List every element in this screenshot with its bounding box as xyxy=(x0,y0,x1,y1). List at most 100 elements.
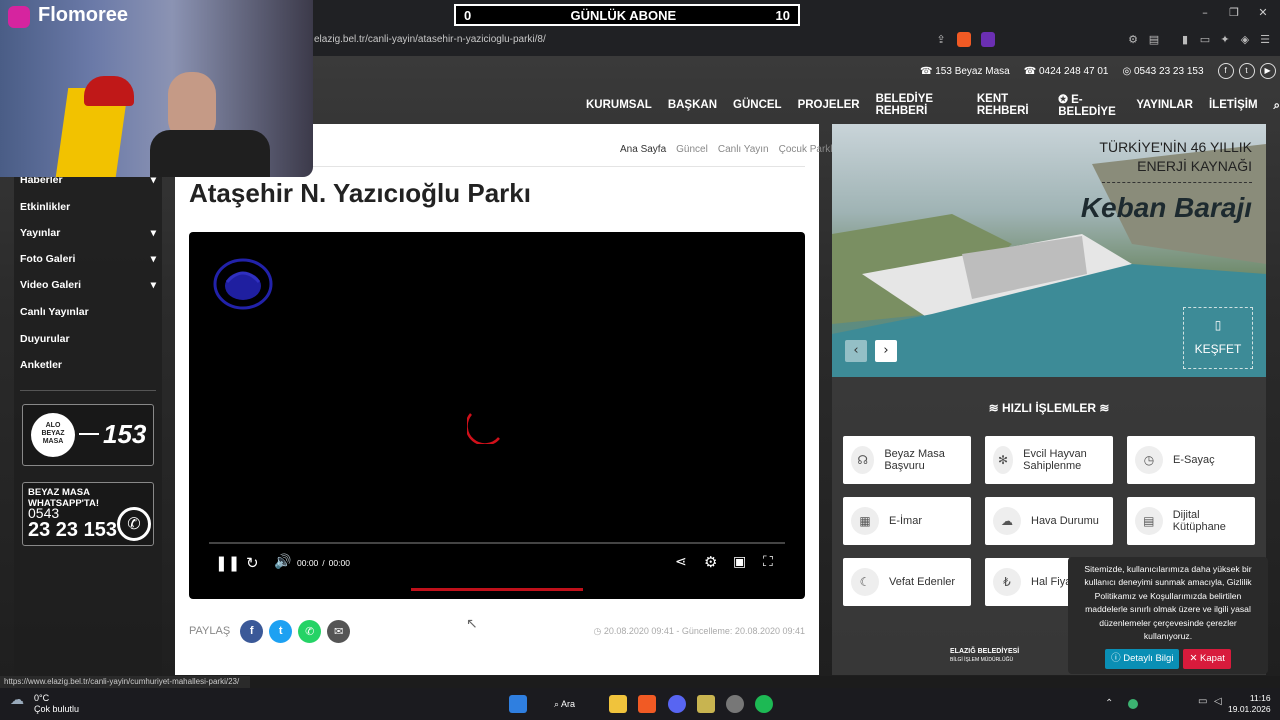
sidebar-item-yayinlar[interactable]: Yayınlar ▾ xyxy=(20,227,156,239)
library-icon: ▤ xyxy=(1135,507,1163,535)
quick-hava-durumu[interactable]: ☁ Hava Durumu xyxy=(985,497,1113,545)
weather-cloud-icon[interactable]: ☁ xyxy=(10,692,30,710)
fullscreen-icon[interactable]: ⛶ xyxy=(763,554,773,570)
breadcrumb-guncel[interactable]: Güncel xyxy=(676,144,708,155)
brave-shield-icon[interactable] xyxy=(957,32,971,47)
progress-track[interactable] xyxy=(209,542,785,544)
pip-icon[interactable]: ▣ xyxy=(733,554,746,570)
quick-vefat-edenler[interactable]: ☾ Vefat Edenler xyxy=(843,558,971,606)
sidebar-toggle-icon[interactable]: ▮ xyxy=(1178,33,1192,47)
app-icon[interactable] xyxy=(697,695,715,713)
nav-baskan[interactable]: BAŞKAN xyxy=(668,99,717,111)
next-slide-icon[interactable]: › xyxy=(875,340,897,362)
wallet-icon[interactable]: ▭ xyxy=(1198,33,1212,47)
lira-icon: ₺ xyxy=(993,568,1021,596)
sidebar: Haberler ▾ Etkinlikler Yayınlar ▾ Foto Gal… xyxy=(14,168,162,676)
sidebar-item-duyurular[interactable]: Duyurular xyxy=(20,333,156,345)
network-icon[interactable]: ▭ xyxy=(1198,696,1207,707)
twitter-icon[interactable]: t xyxy=(1238,63,1255,79)
loading-spinner-icon xyxy=(467,413,500,444)
email-share-icon[interactable]: ✉ xyxy=(327,619,351,643)
facebook-icon[interactable]: f xyxy=(1217,63,1234,79)
maximize-icon[interactable]: ❐ xyxy=(1224,6,1244,22)
hero-tagline: TÜRKİYE'NİN 46 YILLIK ENERJİ KAYNAĞI xyxy=(1099,139,1252,174)
sidebar-item-foto-galeri[interactable]: Foto Galeri ▾ xyxy=(20,253,156,265)
twitter-share-icon[interactable]: t xyxy=(269,619,293,643)
brave-rewards-icon[interactable] xyxy=(981,32,995,47)
tray-status-icon[interactable] xyxy=(1128,699,1138,709)
leo-icon[interactable]: ✦ xyxy=(1218,33,1232,47)
breadcrumb-canli-yayin[interactable]: Canlı Yayın xyxy=(718,144,769,155)
volume-tray-icon[interactable]: ◁ xyxy=(1214,696,1222,707)
nav-guncel[interactable]: GÜNCEL xyxy=(733,99,782,111)
clock[interactable]: 11:16 19.01.2026 xyxy=(1228,693,1271,715)
hero-slider: TÜRKİYE'NİN 46 YILLIK ENERJİ KAYNAĞI Keb… xyxy=(832,124,1266,377)
nav-yayinlar[interactable]: YAYINLAR xyxy=(1136,99,1193,111)
main-nav: KURUMSAL BAŞKAN GÜNCEL PROJELER BELEDİYE… xyxy=(586,92,1280,118)
spotify-icon[interactable] xyxy=(755,695,773,713)
volume-icon[interactable]: 🔊 xyxy=(274,554,291,570)
address-bar[interactable]: elazig.bel.tr/canli-yayin/atasehir-n-yaz… xyxy=(312,30,962,50)
sidebar-item-anketler[interactable]: Anketler xyxy=(20,359,156,371)
nav-kent-rehberi[interactable]: KENT REHBERİ xyxy=(977,93,1042,117)
vpn-icon[interactable]: ◈ xyxy=(1238,33,1252,47)
share-icon[interactable]: ⋖ xyxy=(675,554,687,570)
replay-icon[interactable]: ↻ xyxy=(246,554,259,572)
weather-widget[interactable]: 0°C Çok bulutlu xyxy=(34,693,79,715)
youtube-icon[interactable]: ▶ xyxy=(1259,63,1276,79)
instagram-icon xyxy=(8,6,30,28)
nav-iletisim[interactable]: İLETİŞİM xyxy=(1209,99,1258,111)
webcam-overlay: Flomoree xyxy=(0,0,313,177)
dash-line xyxy=(79,433,99,435)
prev-slide-icon[interactable]: ‹ xyxy=(845,340,867,362)
breadcrumb-home[interactable]: Ana Sayfa xyxy=(620,144,666,155)
brave-browser-icon[interactable] xyxy=(638,695,656,713)
file-explorer-icon[interactable] xyxy=(609,695,627,713)
menu-icon[interactable]: ☰ xyxy=(1258,33,1272,47)
nav-projeler[interactable]: PROJELER xyxy=(798,99,860,111)
quick-e-imar[interactable]: ▦ E-İmar xyxy=(843,497,971,545)
sidebar-item-canli-yayinlar[interactable]: Canlı Yayınlar xyxy=(20,306,156,318)
app-icon-2[interactable] xyxy=(726,695,744,713)
quick-e-sayac[interactable]: ◷ E-Sayaç xyxy=(1127,436,1255,484)
nav-belediye-rehberi[interactable]: BELEDİYE REHBERİ xyxy=(876,93,961,117)
subscriber-left: 0 xyxy=(464,7,472,23)
person-shoulders xyxy=(150,130,270,177)
sidebar-item-etkinlikler[interactable]: Etkinlikler xyxy=(20,201,156,213)
facebook-share-icon[interactable]: f xyxy=(240,619,264,643)
cookie-detail-button[interactable]: ⓘ Detaylı Bilgi xyxy=(1105,649,1180,669)
taskbar-search[interactable]: ⌕ Ara xyxy=(540,695,602,713)
quick-dijital-kutuphane[interactable]: ▤ Dijital Kütüphane xyxy=(1127,497,1255,545)
office-phone[interactable]: ☎ 0424 248 47 01 xyxy=(1024,66,1109,77)
explore-button[interactable]: ▯ KEŞFET xyxy=(1183,307,1253,369)
paw-icon: ✻ xyxy=(993,446,1014,474)
beyaz-masa-phone[interactable]: ☎ 153 Beyaz Masa xyxy=(920,66,1010,77)
caret-down-icon: ▾ xyxy=(150,279,156,291)
extensions-icon[interactable]: ⚙ xyxy=(1126,33,1140,47)
reader-icon[interactable]: ▤ xyxy=(1147,33,1161,47)
sidebar-item-video-galeri[interactable]: Video Galeri ▾ xyxy=(20,279,156,291)
windows-start-icon[interactable] xyxy=(509,695,527,713)
quick-beyaz-masa[interactable]: ☊ Beyaz Masa Başvuru xyxy=(843,436,971,484)
cookie-close-button[interactable]: ✕ Kapat xyxy=(1183,649,1231,669)
pause-icon[interactable]: ❚❚ xyxy=(215,554,240,572)
share-page-icon[interactable]: ⇪ xyxy=(934,33,948,47)
minimize-icon[interactable]: – xyxy=(1195,6,1215,22)
nav-kurumsal[interactable]: KURUMSAL xyxy=(586,99,652,111)
discord-icon[interactable] xyxy=(668,695,686,713)
alo-153-banner[interactable]: ALO BEYAZ MASA 153 xyxy=(22,404,154,466)
video-player[interactable]: ❚❚ ↻ 🔊 00:00/00:00 ⋖ ⚙ ▣ ⛶ xyxy=(189,232,805,599)
search-icon[interactable]: ⌕ xyxy=(1274,98,1280,113)
caret-down-icon: ▾ xyxy=(150,227,156,239)
headset-icon: ☊ xyxy=(851,446,875,474)
whatsapp-share-icon[interactable]: ✆ xyxy=(298,619,322,643)
whatsapp-banner[interactable]: BEYAZ MASA WHATSAPP'TA! 0543 23 23 153 ✆ xyxy=(22,482,154,546)
subscriber-right: 10 xyxy=(775,7,790,23)
moon-icon: ☾ xyxy=(851,568,879,596)
nav-e-belediye[interactable]: ✪ E-BELEDİYE xyxy=(1058,92,1120,118)
close-window-icon[interactable]: ✕ xyxy=(1253,6,1273,22)
quick-evcil-hayvan[interactable]: ✻ Evcil Hayvan Sahiplenme xyxy=(985,436,1113,484)
settings-icon[interactable]: ⚙ xyxy=(704,553,717,571)
whatsapp-phone[interactable]: ◎ 0543 23 23 153 xyxy=(1122,66,1203,77)
tray-overflow-icon[interactable]: ⌃ xyxy=(1105,698,1113,709)
